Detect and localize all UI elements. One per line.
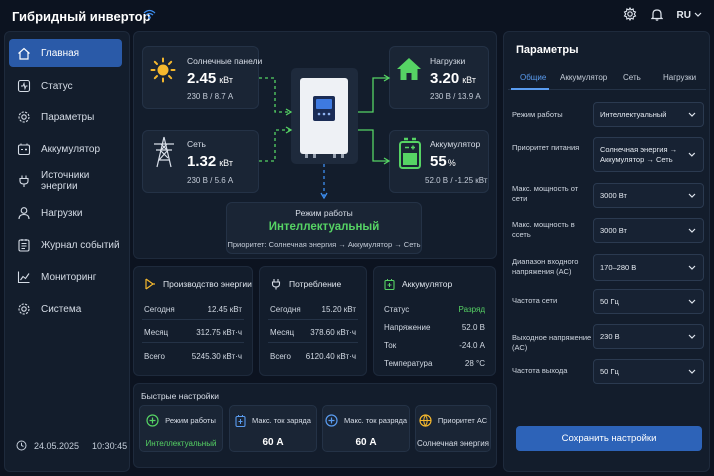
parameters-title: Параметры	[516, 44, 579, 56]
tab-general[interactable]: Общие	[520, 73, 546, 82]
quick-ac-priority[interactable]: Приоритет АС Солнечная энергия	[415, 405, 491, 452]
battery-stats-title: Аккумулятор	[402, 279, 453, 289]
discharge-icon	[325, 414, 338, 427]
param-label: Макс. мощность в ссеть	[512, 220, 575, 239]
chevron-down-icon	[688, 299, 696, 304]
production-title: Производство энергии	[163, 279, 252, 289]
chevron-down-icon	[688, 228, 696, 233]
param-label: Частота выхода	[512, 366, 568, 375]
param-label: Приоритет питания	[512, 143, 580, 152]
param-output-frequency-select[interactable]: 50 Гц	[593, 359, 704, 384]
quick-settings-title: Быстрые настройки	[141, 391, 219, 401]
tab-grid[interactable]: Сеть	[623, 73, 641, 82]
tab-active-indicator	[511, 88, 549, 90]
chevron-down-icon	[688, 112, 696, 117]
battery-stats-card: Аккумулятор Статус Разряд Напряжение 52.0 …	[373, 266, 496, 376]
param-output-voltage-select[interactable]: 230 В	[593, 324, 704, 349]
globe-icon	[419, 414, 432, 427]
param-label: Макс. мощность от сети	[512, 184, 579, 203]
save-settings-button[interactable]: Сохранить настройки	[516, 426, 702, 451]
param-label: Частота сети	[512, 296, 558, 305]
param-priority-select[interactable]: Солнечная энергия → Аккумулятор → Сеть	[593, 137, 704, 172]
charge-icon	[235, 415, 246, 427]
chevron-down-icon	[688, 265, 696, 270]
production-icon	[145, 278, 155, 290]
chevron-down-icon	[688, 334, 696, 339]
consumption-card: Потребление Сегодня 15.20 кВт Месяц 378.60…	[259, 266, 367, 376]
param-grid-frequency-select[interactable]: 50 Гц	[593, 289, 704, 314]
battery-stats-icon	[384, 279, 395, 290]
param-max-export-select[interactable]: 3000 Вт	[593, 218, 704, 243]
chevron-down-icon	[688, 152, 696, 157]
quick-mode-value: Интеллектуальный	[145, 439, 217, 448]
mode-priority: Приоритет: Солнечная энергия → Аккумулят…	[227, 240, 421, 249]
mode-value: Интеллектуальный	[268, 221, 380, 233]
quick-max-discharge-value: 60 А	[355, 437, 377, 448]
parameters-panel	[503, 31, 710, 472]
mode-title: Режим работы	[295, 208, 353, 218]
param-voltage-range-select[interactable]: 170–280 В	[593, 254, 704, 281]
tab-loads[interactable]: Нагрузки	[663, 73, 696, 82]
consumption-title: Потребление	[289, 279, 342, 289]
add-circle-icon	[146, 414, 159, 427]
param-label: Выходное напряжение (АС)	[512, 333, 592, 352]
chevron-down-icon	[688, 369, 696, 374]
consumption-icon	[271, 279, 281, 290]
tab-battery[interactable]: Аккумулятор	[560, 73, 607, 82]
production-card: Производство энергии Сегодня 12.45 кВт Ме…	[133, 266, 253, 376]
quick-mode[interactable]: Режим работы Интеллектуальный	[139, 405, 223, 452]
quick-max-discharge[interactable]: Макс. ток разряда 60 А	[322, 405, 410, 452]
quick-max-charge[interactable]: Макс. ток заряда 60 А	[229, 405, 317, 452]
quick-ac-priority-value: Солнечная энергия	[416, 439, 490, 448]
param-label: Режим работы	[512, 110, 563, 119]
param-label: Диапазон входного напряжения (АС)	[512, 257, 579, 276]
param-max-grid-select[interactable]: 3000 Вт	[593, 183, 704, 208]
chevron-down-icon	[688, 193, 696, 198]
quick-max-charge-value: 60 А	[262, 437, 284, 448]
param-mode-select[interactable]: Интеллектуальный	[593, 102, 704, 127]
